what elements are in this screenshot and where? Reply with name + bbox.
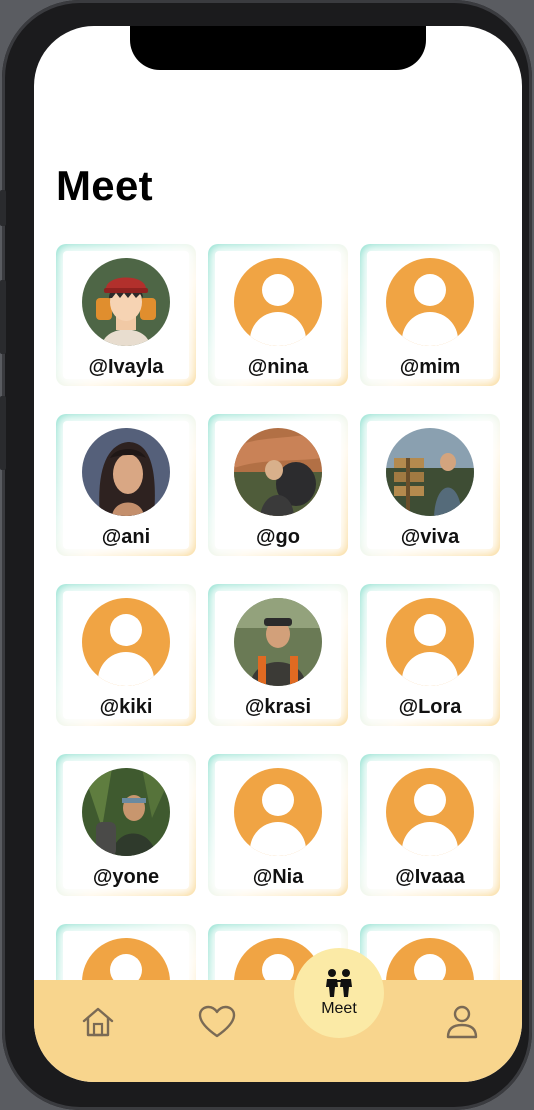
person-card[interactable]: @ani: [56, 414, 196, 556]
person-card[interactable]: @yone: [56, 754, 196, 896]
person-card[interactable]: @Ivayla: [56, 244, 196, 386]
user-handle: @Ivaaa: [395, 866, 465, 888]
home-icon: [82, 1007, 114, 1037]
meet-people-icon: [326, 969, 352, 997]
default-avatar-icon: [386, 768, 474, 856]
default-avatar-icon: [82, 598, 170, 686]
tab-meet[interactable]: Meet: [294, 948, 384, 1038]
person-card[interactable]: @nina: [208, 244, 348, 386]
heart-icon: [198, 1005, 236, 1038]
user-handle: @yone: [92, 866, 160, 888]
person-card[interactable]: @viva: [360, 414, 500, 556]
user-avatar: [82, 258, 170, 346]
default-avatar-icon: [234, 768, 322, 856]
person-card[interactable]: @Ivaaa: [360, 754, 500, 896]
person-card[interactable]: @Lora: [360, 584, 500, 726]
tab-home[interactable]: [76, 1000, 120, 1044]
bottom-tab-bar: Meet: [34, 948, 522, 1082]
person-card[interactable]: @Nia: [208, 754, 348, 896]
page-title: Meet: [56, 162, 153, 209]
user-handle: @krasi: [244, 696, 312, 718]
person-card[interactable]: @mim: [360, 244, 500, 386]
user-photo: [234, 428, 322, 516]
user-handle: @ani: [101, 526, 151, 548]
user-handle: @nina: [247, 356, 309, 378]
default-avatar-icon: [386, 258, 474, 346]
default-avatar-icon: [386, 598, 474, 686]
phone-side-button: [0, 396, 6, 470]
user-handle: @Ivayla: [88, 356, 164, 378]
user-photo: [82, 428, 170, 516]
phone-notch: [130, 26, 426, 70]
user-handle: @kiki: [99, 696, 153, 718]
profile-icon: [446, 1005, 478, 1039]
person-card[interactable]: @go: [208, 414, 348, 556]
user-photo: [234, 598, 322, 686]
person-card[interactable]: @kiki: [56, 584, 196, 726]
user-handle: @mim: [399, 356, 461, 378]
user-handle: @viva: [400, 526, 460, 548]
person-card[interactable]: @krasi: [208, 584, 348, 726]
tab-favorites[interactable]: [195, 1000, 239, 1044]
phone-side-button: [0, 190, 6, 226]
app-screen: Meet @Ivayla @nina @mim @ani @go @viva @…: [34, 26, 522, 1082]
user-handle: @Lora: [398, 696, 462, 718]
default-avatar-icon: [234, 258, 322, 346]
user-handle: @go: [256, 526, 300, 548]
user-photo: [386, 428, 474, 516]
people-grid: @Ivayla @nina @mim @ani @go @viva @kiki …: [56, 244, 508, 1066]
user-handle: @Nia: [252, 866, 304, 888]
tab-profile[interactable]: [440, 1000, 484, 1044]
user-photo: [82, 768, 170, 856]
phone-side-button: [0, 280, 6, 354]
tab-meet-label: Meet: [321, 1000, 357, 1017]
